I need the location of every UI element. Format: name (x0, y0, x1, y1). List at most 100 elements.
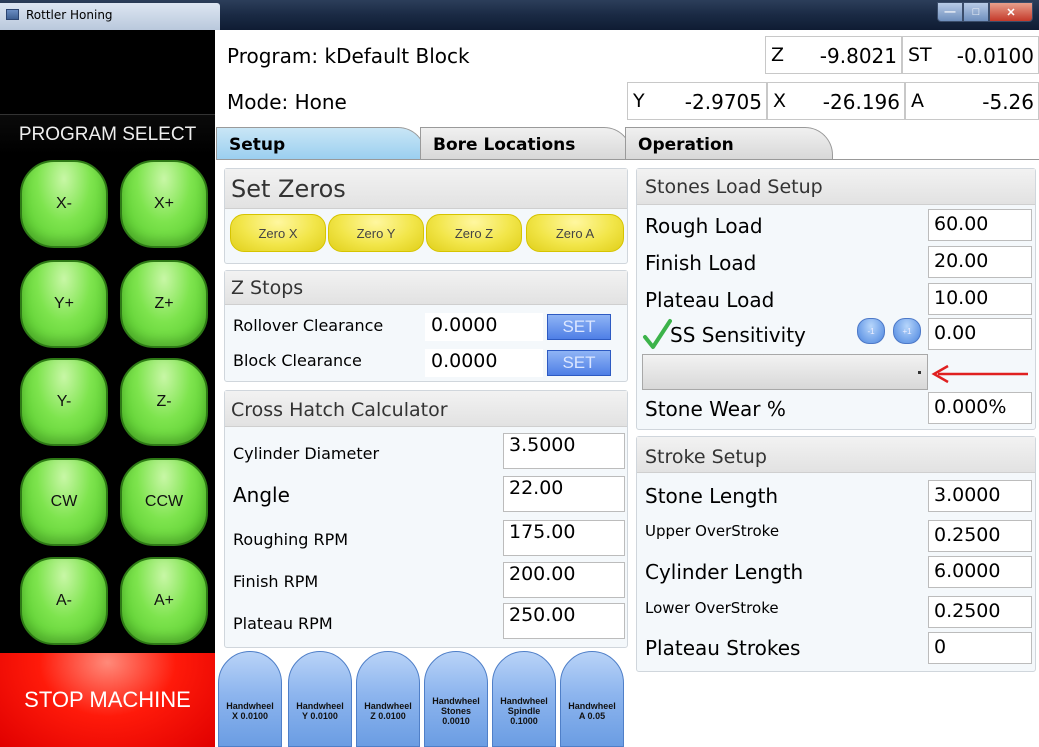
stone-length-label: Stone Length (645, 484, 779, 508)
plateau-load-field[interactable]: 10.00 (928, 283, 1032, 315)
roughing-rpm-label: Roughing RPM (233, 530, 349, 549)
cylinder-length-field[interactable]: 6.0000 (928, 556, 1032, 588)
stones-load-title: Stones Load Setup (637, 169, 1035, 205)
handwheel-z-button[interactable]: Handwheel Z 0.0100 (356, 651, 420, 747)
lower-overstroke-label: Lower OverStroke (645, 599, 779, 617)
y-position-readout: Y -2.9705 (627, 82, 767, 120)
rough-load-field[interactable]: 60.00 (928, 209, 1032, 241)
finish-rpm-field[interactable]: 200.00 (503, 562, 625, 598)
plateau-strokes-label: Plateau Strokes (645, 636, 801, 660)
handwheel-a-button[interactable]: Handwheel A 0.05 (560, 651, 624, 747)
y-axis-value: -2.9705 (684, 90, 762, 114)
stop-machine-button[interactable]: STOP MACHINE (0, 653, 215, 747)
plateau-load-label: Plateau Load (645, 288, 775, 312)
app-icon (6, 9, 19, 20)
rollover-clearance-label: Rollover Clearance (233, 316, 384, 335)
x-position-readout: X -26.196 (767, 82, 905, 120)
check-icon (643, 319, 672, 349)
zero-a-button[interactable]: Zero A (526, 214, 624, 252)
upper-overstroke-label: Upper OverStroke (645, 522, 780, 540)
title-bar: Rottler Honing — □ ✕ (0, 0, 1039, 30)
st-axis-label: ST (908, 44, 932, 66)
handwheel-x-button[interactable]: Handwheel X 0.0100 (218, 651, 282, 747)
jog-z-minus-button[interactable]: Z- (120, 358, 208, 446)
program-select-button[interactable]: PROGRAM SELECT (0, 114, 215, 154)
tab-setup[interactable]: Setup (216, 127, 426, 159)
cylinder-diameter-field[interactable]: 3.5000 (503, 433, 625, 469)
zero-z-button[interactable]: Zero Z (426, 214, 522, 252)
handwheel-stones-button[interactable]: Handwheel Stones 0.0010 (424, 651, 488, 747)
red-arrow-icon (931, 364, 1028, 384)
z-axis-value: -9.8021 (819, 44, 897, 68)
handwheel-x-text: Handwheel X 0.0100 (226, 701, 274, 721)
jog-x-minus-button[interactable]: X- (20, 160, 108, 248)
stone-wear-field[interactable]: 0.000% (928, 392, 1032, 424)
jog-cw-button[interactable]: CW (20, 458, 108, 546)
rollover-clearance-field[interactable]: 0.0000 (425, 313, 543, 341)
handwheel-spindle-text: Handwheel Spindle 0.1000 (500, 696, 548, 726)
st-axis-value: -0.0100 (956, 44, 1034, 68)
x-axis-value: -26.196 (822, 90, 900, 114)
close-icon[interactable]: ✕ (989, 2, 1033, 22)
block-set-button[interactable]: SET (547, 350, 611, 376)
block-clearance-label: Block Clearance (233, 351, 362, 370)
handwheel-stones-text: Handwheel Stones 0.0010 (432, 696, 480, 726)
app-window: Rottler Honing — □ ✕ PROGRAM SELECT X- X… (0, 0, 1039, 747)
jog-ccw-button[interactable]: CCW (120, 458, 208, 546)
left-control-panel: PROGRAM SELECT X- X+ Y+ Z+ Y- Z- CW CCW … (0, 30, 215, 747)
finish-load-label: Finish Load (645, 251, 757, 275)
rough-load-label: Rough Load (645, 214, 763, 238)
cylinder-length-label: Cylinder Length (645, 560, 804, 584)
rollover-set-button[interactable]: SET (547, 314, 611, 340)
jog-a-plus-button[interactable]: A+ (120, 557, 208, 645)
set-zeros-title: Set Zeros (225, 169, 627, 209)
ss-sensitivity-field[interactable]: 0.00 (928, 318, 1032, 350)
st-position-readout: ST -0.0100 (902, 36, 1039, 74)
minimize-icon[interactable]: — (937, 2, 963, 22)
jog-y-plus-button[interactable]: Y+ (20, 260, 108, 348)
zero-x-button[interactable]: Zero X (230, 214, 326, 252)
z-stops-title: Z Stops (225, 271, 627, 305)
angle-label: Angle (233, 483, 290, 507)
handwheel-spindle-button[interactable]: Handwheel Spindle 0.1000 (492, 651, 556, 747)
block-clearance-field[interactable]: 0.0000 (425, 349, 543, 377)
tab-operation[interactable]: Operation (625, 127, 833, 159)
finish-load-field[interactable]: 20.00 (928, 246, 1032, 278)
ss-plus-button[interactable]: +1 (893, 318, 921, 344)
handwheel-a-text: Handwheel A 0.05 (568, 701, 616, 721)
finish-rpm-label: Finish RPM (233, 572, 319, 591)
y-axis-label: Y (633, 90, 645, 112)
program-name: Program: kDefault Block (227, 44, 470, 68)
stone-length-field[interactable]: 3.0000 (928, 480, 1032, 512)
plateau-rpm-label: Plateau RPM (233, 614, 333, 633)
roughing-rpm-field[interactable]: 175.00 (503, 520, 625, 556)
plateau-strokes-field[interactable]: 0 (928, 632, 1032, 664)
z-position-readout: Z -9.8021 (765, 36, 902, 74)
stroke-setup-title: Stroke Setup (637, 437, 1035, 473)
stone-wear-label: Stone Wear % (645, 397, 786, 421)
tab-bore-locations[interactable]: Bore Locations (420, 127, 632, 159)
lower-overstroke-field[interactable]: 0.2500 (928, 596, 1032, 628)
a-axis-label: A (911, 90, 924, 112)
handwheel-y-button[interactable]: Handwheel Y 0.0100 (288, 651, 352, 747)
zero-y-button[interactable]: Zero Y (328, 214, 424, 252)
x-axis-label: X (773, 90, 787, 112)
jog-y-minus-button[interactable]: Y- (20, 358, 108, 446)
program-row: Program: kDefault Block Z -9.8021 ST -0.… (215, 36, 1039, 76)
angle-field[interactable]: 22.00 (503, 476, 625, 512)
mode-label: Mode: Hone (227, 90, 347, 114)
ss-sensitivity-label: SS Sensitivity (670, 323, 806, 347)
handwheel-y-text: Handwheel Y 0.0100 (296, 701, 344, 721)
mode-row: Mode: Hone Y -2.9705 X -26.196 A -5.26 (215, 82, 1039, 122)
window-title: Rottler Honing (26, 8, 113, 22)
jog-x-plus-button[interactable]: X+ (120, 160, 208, 248)
maximize-icon[interactable]: □ (963, 2, 989, 22)
a-position-readout: A -5.26 (905, 82, 1039, 120)
plateau-rpm-field[interactable]: 250.00 (503, 603, 625, 639)
selection-dropdown[interactable] (642, 354, 928, 390)
upper-overstroke-field[interactable]: 0.2500 (928, 520, 1032, 552)
cylinder-diameter-label: Cylinder Diameter (233, 444, 380, 463)
jog-a-minus-button[interactable]: A- (20, 557, 108, 645)
jog-z-plus-button[interactable]: Z+ (120, 260, 208, 348)
ss-minus-button[interactable]: -1 (857, 318, 885, 344)
